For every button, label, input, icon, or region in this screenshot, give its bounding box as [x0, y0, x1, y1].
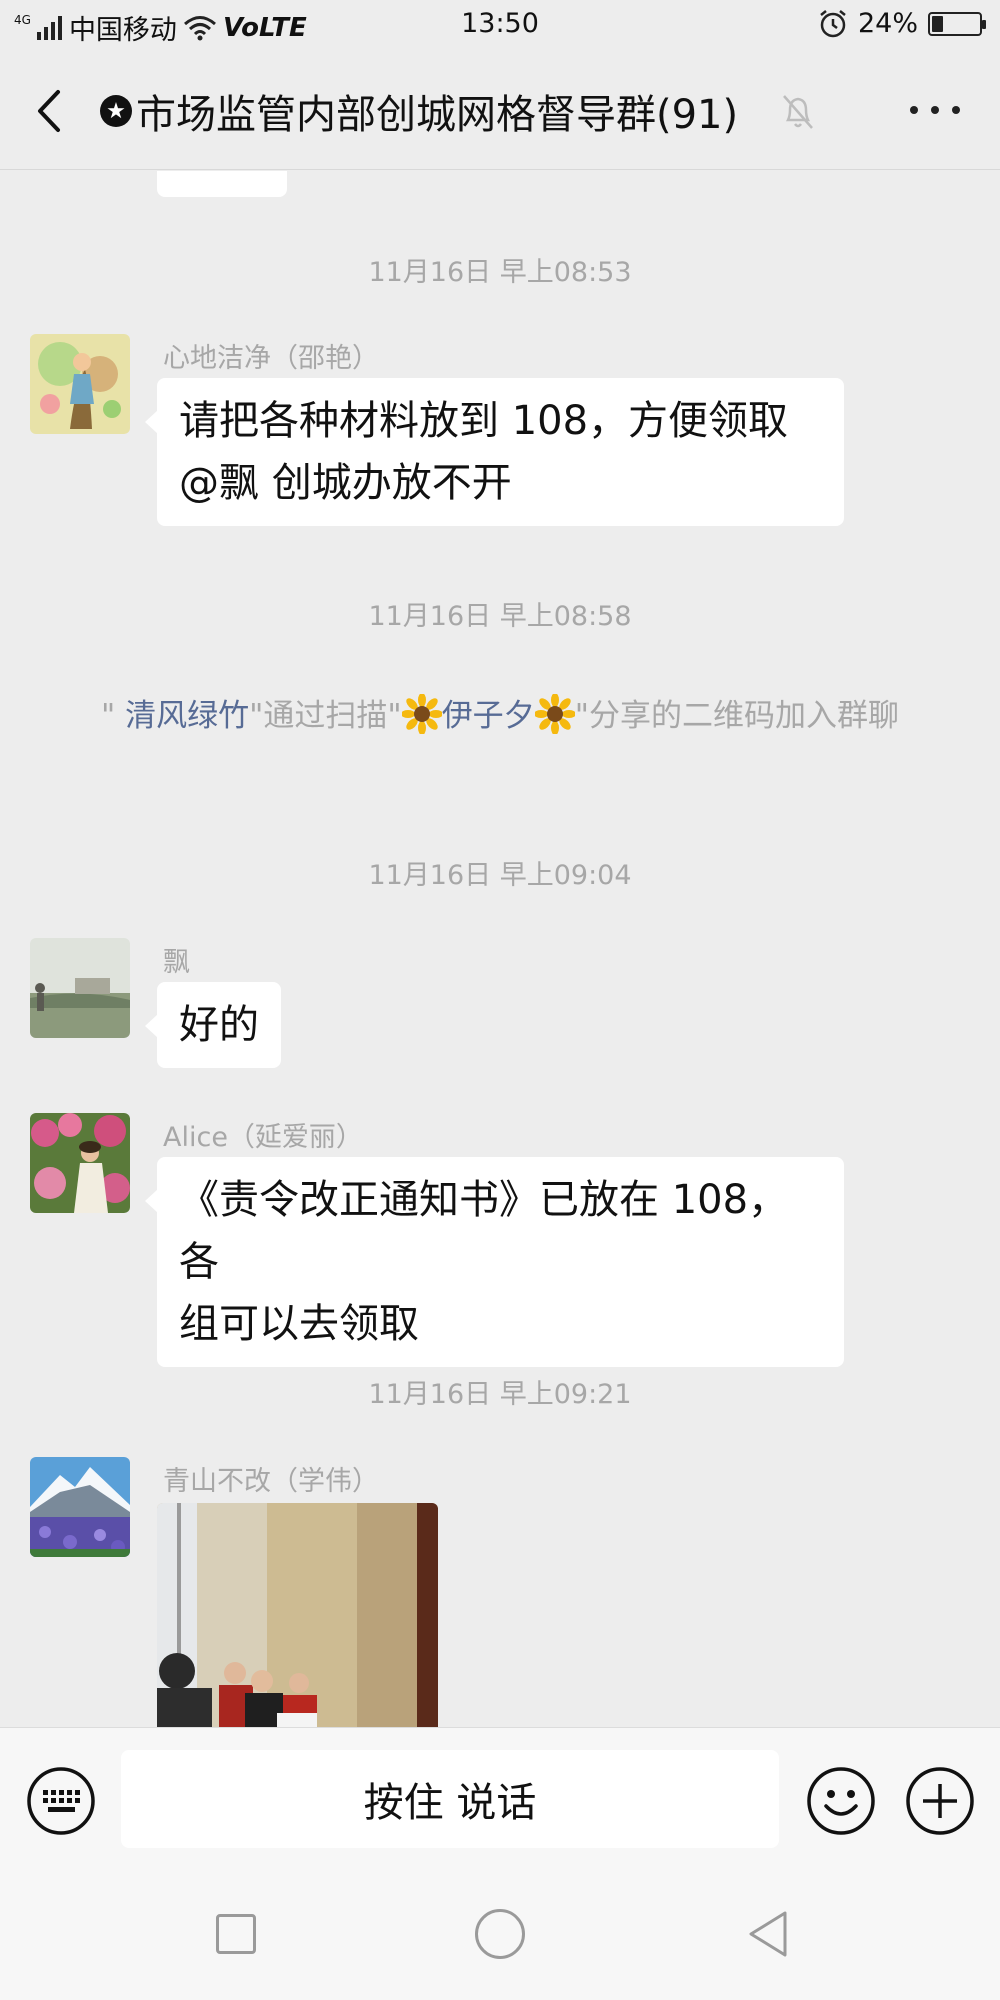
sender-name: 青山不改（学伟）: [163, 1466, 379, 1497]
sender-name: Alice（延爱丽）: [163, 1122, 363, 1153]
message-line: @飘 创城办放不开: [179, 460, 512, 506]
avatar-image: [30, 938, 130, 1038]
message-bubble[interactable]: 《责令改正通知书》已放在 108，各 组可以去领取: [145, 1157, 844, 1367]
more-dot: [931, 106, 939, 114]
system-text: "分享的二维码加入群聊: [574, 698, 899, 734]
hold-to-talk-button[interactable]: 按住 说话: [121, 1750, 779, 1848]
group-name: 市场监管内部创城网格督导群(91): [136, 92, 739, 138]
nav-back-icon[interactable]: [745, 1909, 795, 1959]
avatar-image: [30, 1113, 130, 1213]
plus-icon[interactable]: [905, 1766, 975, 1836]
avatar-image: [30, 334, 130, 434]
message-line: 组可以去领取: [179, 1301, 419, 1347]
user-link[interactable]: 伊子夕: [442, 698, 535, 734]
sunflower-emoji: [401, 694, 442, 734]
partial-message-bubble[interactable]: [157, 171, 287, 197]
photo-image: [157, 1503, 438, 1727]
battery-percent: 24%: [857, 8, 918, 39]
keyboard-icon[interactable]: [26, 1766, 96, 1836]
system-nav-bar: [0, 1867, 1000, 2000]
status-bar: 4G 中国移动 VoLTE 13:50 24%: [0, 0, 1000, 52]
timestamp: 11月16日 早上08:58: [368, 601, 632, 632]
input-bar: 按住 说话: [0, 1727, 1000, 1867]
home-icon[interactable]: [475, 1909, 525, 1959]
photo-message[interactable]: [157, 1503, 438, 1727]
sunflower-emoji: [534, 694, 575, 734]
message-line: 《责令改正通知书》已放在 108，各: [179, 1177, 789, 1285]
chat-title: ★ 市场监管内部创城网格督导群(91): [100, 82, 738, 140]
user-link[interactable]: 清风绿竹: [125, 698, 249, 734]
alarm-icon: [820, 9, 846, 37]
avatar[interactable]: [30, 938, 130, 1038]
message-bubble[interactable]: 好的: [145, 982, 281, 1068]
more-dot: [952, 106, 960, 114]
message-bubble[interactable]: 请把各种材料放到 108，方便领取 @飘 创城办放不开: [145, 378, 844, 526]
message-line: 请把各种材料放到 108，方便领取: [179, 398, 789, 444]
system-quote: ": [101, 698, 126, 734]
battery-icon: [928, 11, 986, 36]
timestamp: 11月16日 早上09:21: [368, 1379, 632, 1410]
more-dot: [910, 106, 918, 114]
avatar[interactable]: [30, 1457, 130, 1557]
status-right: 24%: [818, 8, 986, 39]
message-line: 好的: [179, 1002, 259, 1048]
timestamp: 11月16日 早上08:53: [368, 257, 632, 288]
avatar[interactable]: [30, 334, 130, 434]
title-bar: ★ 市场监管内部创城网格督导群(91): [0, 52, 1000, 170]
sender-name: 心地洁净（邵艳）: [163, 343, 379, 374]
system-text: "通过扫描": [249, 698, 402, 734]
avatar[interactable]: [30, 1113, 130, 1213]
back-icon[interactable]: [30, 86, 70, 136]
timestamp: 11月16日 早上09:04: [368, 860, 632, 891]
sender-name: 飘: [163, 947, 190, 978]
recent-apps-icon[interactable]: [216, 1914, 256, 1954]
emoji-icon[interactable]: [806, 1766, 876, 1836]
chat-area[interactable]: 11月16日 早上08:53 心地洁净（邵艳） 请把各种材料放到 108，方便领…: [0, 171, 1000, 1727]
star-icon: ★: [100, 95, 132, 127]
battery-fill: [932, 15, 944, 32]
mute-bell-icon: [783, 95, 813, 129]
system-message: " 清风绿竹"通过扫描" 伊子夕 "分享的二维码加入群聊: [80, 691, 920, 741]
more-icon[interactable]: [910, 100, 960, 120]
avatar-image: [30, 1457, 130, 1557]
